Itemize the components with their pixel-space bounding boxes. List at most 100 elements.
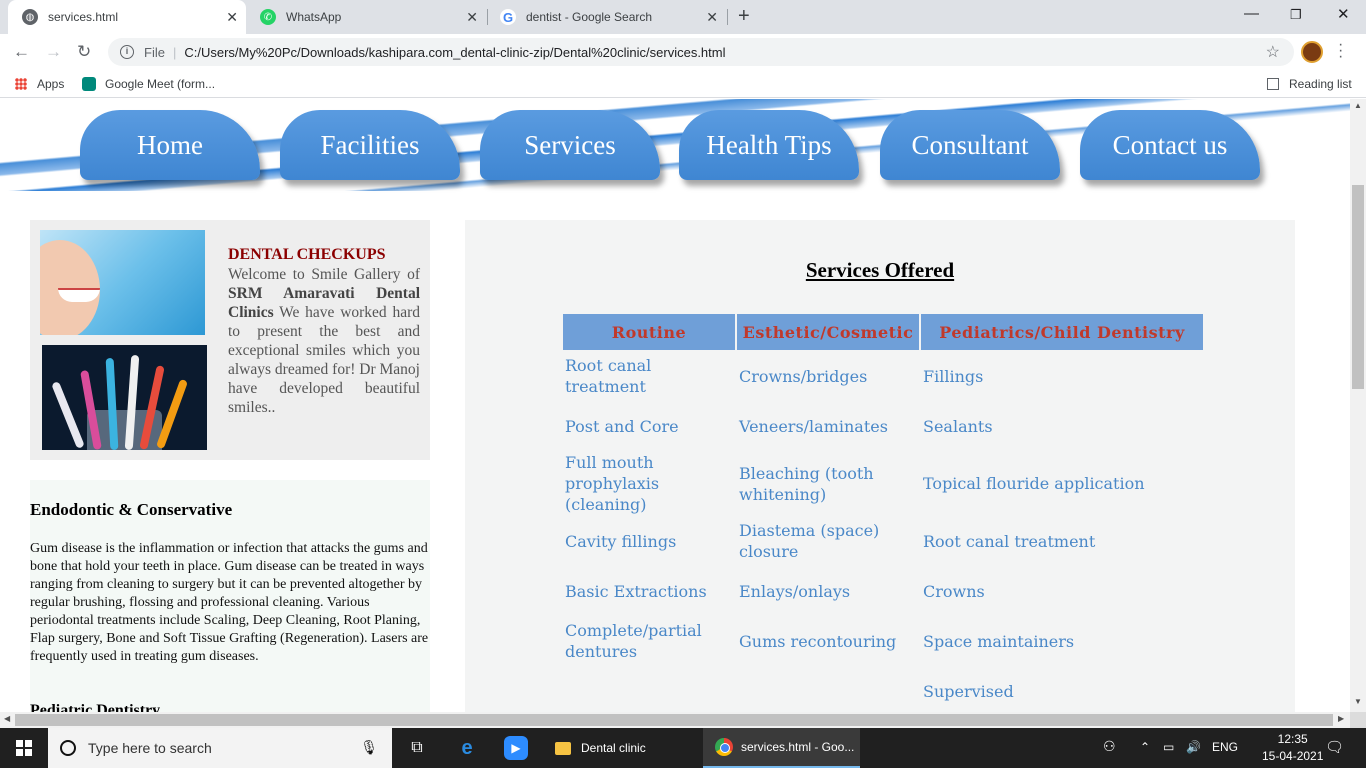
column-header: Esthetic/Cosmetic: [737, 314, 919, 350]
network-icon[interactable]: ▭: [1163, 740, 1174, 754]
table-cell: Full mouth prophylaxis (cleaning): [565, 453, 660, 514]
nav-consultant[interactable]: Consultant: [880, 110, 1060, 180]
chrome-icon: [715, 738, 733, 756]
browser-toolbar: ← → ↻ i File | C:/Users/My%20Pc/Download…: [0, 34, 1366, 70]
scroll-down-icon[interactable]: ▼: [1354, 697, 1362, 706]
close-tab-icon[interactable]: ✕: [706, 9, 718, 26]
scheme-label: File: [144, 44, 165, 60]
scroll-up-icon[interactable]: ▲: [1354, 101, 1362, 110]
reading-list-icon: [1267, 78, 1279, 90]
tab-strip: ◍ services.html ✕ ✆ WhatsApp ✕ G dentist…: [0, 0, 1366, 34]
nav-health-tips[interactable]: Health Tips: [679, 110, 859, 180]
services-panel: Services Offered Routine Esthetic/Cosmet…: [465, 220, 1295, 712]
services-table: Routine Esthetic/Cosmetic Pediatrics/Chi…: [561, 312, 1205, 712]
taskbar-search[interactable]: Type here to search 🎙: [48, 728, 392, 768]
table-cell: Gums recontouring: [739, 631, 897, 651]
new-tab-icon[interactable]: +: [738, 5, 750, 28]
dental-checkups-box: DENTAL CHECKUPS Welcome to Smile Gallery…: [30, 220, 430, 460]
bookmark-google-meet[interactable]: Google Meet (form...: [82, 77, 215, 91]
task-view-icon[interactable]: ⧉: [405, 736, 429, 760]
nav-contact-us[interactable]: Contact us: [1080, 110, 1260, 180]
table-cell: Veneers/laminates: [739, 416, 888, 436]
scrollbar-corner: [1350, 712, 1366, 728]
minimize-icon[interactable]: —: [1244, 5, 1259, 22]
tab-title: WhatsApp: [286, 10, 342, 24]
back-icon[interactable]: ←: [13, 42, 30, 62]
scroll-thumb[interactable]: [1352, 185, 1364, 389]
tab-services[interactable]: ◍ services.html ✕: [8, 0, 246, 34]
services-title: Services Offered: [805, 258, 955, 282]
nav-home[interactable]: Home: [80, 110, 260, 180]
table-cell: Space maintainers: [923, 631, 1075, 651]
zoom-icon[interactable]: ▶: [504, 736, 528, 760]
endodontic-text: Gum disease is the inflammation or infec…: [30, 541, 429, 664]
table-row: Root canal treatment Crowns/bridges Fillin…: [563, 352, 1203, 400]
table-cell: Sealants: [923, 416, 993, 436]
table-cell: Complete/partial dentures: [565, 621, 702, 661]
bookmark-apps[interactable]: Apps: [15, 77, 64, 91]
start-button[interactable]: [0, 728, 48, 768]
nav-facilities[interactable]: Facilities: [280, 110, 460, 180]
table-cell: [737, 667, 919, 712]
reading-list-label: Reading list: [1289, 77, 1352, 91]
column-header: Pediatrics/Child Dentistry: [921, 314, 1203, 350]
address-bar[interactable]: i File | C:/Users/My%20Pc/Downloads/kash…: [108, 38, 1294, 66]
reload-icon[interactable]: ↻: [77, 42, 91, 62]
vertical-scrollbar[interactable]: ▲ ▼: [1350, 99, 1366, 712]
volume-icon[interactable]: 🔊: [1186, 740, 1201, 754]
table-cell: Basic Extractions: [565, 581, 707, 601]
forward-icon[interactable]: →: [45, 42, 62, 62]
info-icon[interactable]: i: [120, 45, 134, 59]
chevron-up-icon[interactable]: ⌃: [1140, 740, 1150, 754]
language-indicator[interactable]: ENG: [1212, 740, 1238, 754]
scroll-thumb[interactable]: [15, 714, 1333, 726]
table-cell: Cavity fillings: [565, 531, 677, 551]
tab-title: services.html: [48, 10, 119, 24]
checkups-text: Welcome to Smile Gallery of SRM Amaravat…: [228, 266, 420, 416]
address-divider: |: [172, 44, 177, 60]
close-tab-icon[interactable]: ✕: [226, 9, 238, 26]
scroll-right-icon[interactable]: ▶: [1338, 714, 1344, 723]
table-cell: [563, 667, 735, 712]
whatsapp-icon: ✆: [260, 9, 276, 25]
table-cell: Root canal treatment: [923, 531, 1096, 551]
profile-avatar[interactable]: [1301, 41, 1323, 63]
pediatric-heading: Pediatric Dentistry: [30, 702, 161, 712]
bookmark-label: Apps: [37, 77, 65, 91]
google-meet-icon: [82, 77, 96, 91]
bookmark-label: Google Meet (form...: [105, 77, 216, 91]
edge-icon[interactable]: e: [455, 736, 479, 760]
notifications-icon[interactable]: 🗨: [1325, 738, 1344, 756]
column-header: Routine: [563, 314, 735, 350]
table-row: Full mouth prophylaxis (cleaning) Bleachi…: [563, 452, 1203, 515]
horizontal-scrollbar[interactable]: ◀ ▶: [0, 712, 1350, 728]
table-row: Post and Core Veneers/laminates Sealants: [563, 402, 1203, 450]
apps-grid-icon: [15, 78, 27, 90]
tab-title: dentist - Google Search: [526, 10, 653, 24]
nav-services[interactable]: Services: [480, 110, 660, 180]
close-window-icon[interactable]: ✕: [1337, 5, 1350, 23]
restore-icon[interactable]: ❐: [1290, 7, 1302, 23]
bookmark-star-icon[interactable]: ☆: [1266, 42, 1280, 62]
smile-image: [40, 230, 205, 335]
bookmarks-bar: Apps Google Meet (form... Reading list: [0, 70, 1366, 98]
table-cell: Post and Core: [565, 416, 679, 436]
taskbar-app-label: Dental clinic: [581, 741, 646, 755]
table-cell: Supervised: [923, 681, 1014, 701]
globe-icon: ◍: [22, 9, 38, 25]
tab-divider: [727, 9, 728, 25]
table-cell: Topical flouride application: [923, 474, 1145, 493]
site-header-banner: Home Facilities Services Health Tips Con…: [0, 99, 1350, 191]
reading-list[interactable]: Reading list: [1267, 77, 1352, 91]
microphone-icon[interactable]: 🎙: [360, 739, 378, 756]
taskbar-app-dental-clinic[interactable]: Dental clinic: [543, 728, 697, 768]
tab-google-search[interactable]: G dentist - Google Search ✕: [486, 0, 726, 34]
kebab-menu-icon[interactable]: · · ·: [1338, 37, 1343, 65]
tab-whatsapp[interactable]: ✆ WhatsApp ✕: [246, 0, 486, 34]
scroll-left-icon[interactable]: ◀: [4, 714, 10, 723]
endodontic-section: Endodontic & Conservative Gum disease is…: [30, 480, 430, 712]
taskbar-app-chrome[interactable]: services.html - Goo...: [703, 728, 860, 768]
clock[interactable]: 12:35 15-04-2021: [1262, 731, 1323, 765]
people-icon[interactable]: ⚇: [1103, 738, 1116, 755]
close-tab-icon[interactable]: ✕: [466, 9, 478, 26]
